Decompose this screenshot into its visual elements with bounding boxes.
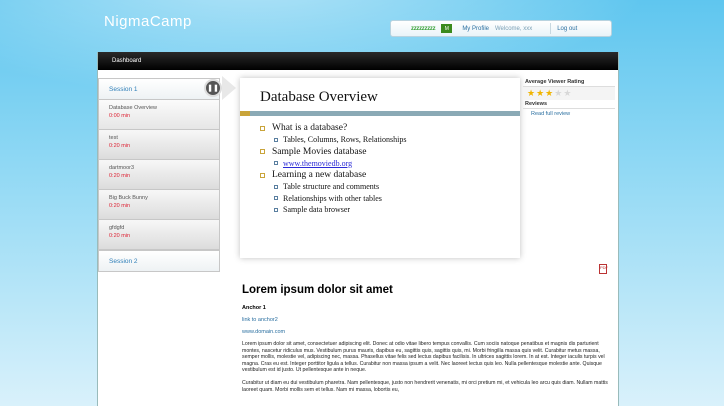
read-review-link[interactable]: Read full review bbox=[523, 109, 615, 117]
slide-viewer[interactable]: Database Overview What is a database? Tab… bbox=[240, 78, 520, 258]
session-2-header[interactable]: Session 2 bbox=[98, 250, 220, 272]
star-icon[interactable]: ★ bbox=[545, 89, 553, 98]
rating-heading: Average Viewer Rating bbox=[523, 78, 615, 87]
slide-bullet: Sample Movies database bbox=[260, 146, 406, 158]
paragraph-1: Lorem ipsum dolor sit amet, consectetuer… bbox=[242, 341, 605, 374]
reviews-heading: Reviews bbox=[523, 100, 615, 109]
lesson-name: test bbox=[109, 135, 118, 141]
lesson-duration: 0:20 min bbox=[109, 203, 131, 209]
slide-bullet: What is a database? bbox=[260, 122, 406, 134]
lesson-item[interactable]: dartmoor3 0:20 min bbox=[98, 160, 220, 190]
sessions-sidebar: Session 1 Database Overview 0:00 min test 0… bbox=[98, 78, 220, 272]
divider bbox=[550, 23, 552, 34]
anchor-label: Anchor 1 bbox=[242, 305, 266, 311]
slide-bullet-text[interactable]: www.themoviedb.org bbox=[283, 158, 352, 170]
slide-bullet: Tables, Columns, Rows, Relationships bbox=[260, 134, 406, 146]
bullet-square-icon bbox=[260, 172, 265, 178]
paragraph-2: Curabitur ut diam eu dui vestibulum phar… bbox=[242, 379, 608, 393]
slide-title: Database Overview bbox=[260, 89, 378, 105]
lesson-duration: 0:20 min bbox=[109, 233, 131, 239]
slide-bullet-text: Sample data browser bbox=[283, 205, 351, 214]
lesson-name: Big Buck Bunny bbox=[109, 195, 148, 201]
active-lesson-pointer bbox=[222, 76, 236, 100]
pause-icon[interactable]: ❚❚ bbox=[204, 79, 222, 97]
slide-bullet-text: Table structure and comments bbox=[283, 182, 380, 191]
lesson-name: dartmoor3 bbox=[109, 165, 135, 171]
lesson-item[interactable]: gfdgfd 0:20 min bbox=[98, 220, 220, 250]
slide-bullet-text: Relationships with other tables bbox=[283, 193, 382, 203]
star-rating[interactable]: ★ ★ ★ ★ ★ bbox=[523, 87, 615, 100]
slide-title-rule bbox=[240, 111, 520, 116]
lesson-item[interactable]: Big Buck Bunny 0:20 min bbox=[98, 190, 220, 220]
slide-bullet: Learning a new database bbox=[260, 169, 406, 181]
bullet-square-icon bbox=[274, 137, 278, 142]
bullet-square-icon bbox=[274, 207, 278, 212]
slide-bullet: Relationships with other tables bbox=[260, 193, 406, 205]
lesson-duration: 0:20 min bbox=[109, 173, 131, 179]
slide-bullet: Table structure and comments bbox=[260, 181, 406, 193]
pdf-icon[interactable]: PDF bbox=[599, 264, 608, 274]
star-icon[interactable]: ★ bbox=[536, 89, 544, 98]
lesson-name: Database Overview bbox=[109, 105, 157, 111]
lesson-duration: 0:20 min bbox=[109, 143, 131, 149]
lesson-item[interactable]: Database Overview 0:00 min bbox=[98, 100, 220, 130]
bullet-square-icon bbox=[260, 125, 265, 131]
bullet-square-icon bbox=[274, 196, 278, 201]
my-profile-link[interactable]: My Profile bbox=[462, 26, 489, 32]
user-bar: zzzzzzzzz M My Profile Welcome, xxx Log … bbox=[390, 20, 612, 37]
session-1-header[interactable]: Session 1 bbox=[98, 78, 220, 100]
brand-logo[interactable]: NigmaCamp bbox=[104, 13, 192, 30]
right-column: Average Viewer Rating ★ ★ ★ ★ ★ Reviews Read… bbox=[523, 78, 615, 117]
bullet-square-icon bbox=[260, 149, 265, 154]
domain-link[interactable]: www.domain.com bbox=[242, 329, 614, 335]
main-frame: Dashboard Session 1 Database Overview 0:0… bbox=[97, 52, 619, 406]
flag-icon: M bbox=[441, 24, 453, 33]
lesson-item[interactable]: test 0:20 min bbox=[98, 130, 220, 160]
slide-bullet[interactable]: www.themoviedb.org bbox=[260, 158, 406, 170]
slide-bullet-text: Tables, Columns, Rows, Relationships bbox=[283, 135, 407, 144]
lesson-content: Lorem ipsum dolor sit amet Anchor 1 link… bbox=[242, 284, 614, 393]
bullet-square-icon bbox=[274, 161, 278, 166]
slide-bullet-text: What is a database? bbox=[272, 123, 348, 133]
bullet-square-icon bbox=[274, 184, 278, 189]
lesson-name: gfdgfd bbox=[109, 225, 125, 231]
lesson-list: Database Overview 0:00 min test 0:20 min dar… bbox=[98, 100, 220, 250]
star-icon[interactable]: ★ bbox=[554, 89, 562, 98]
star-icon[interactable]: ★ bbox=[527, 89, 535, 98]
anchor2-link[interactable]: link to anchor2 bbox=[242, 317, 614, 323]
logout-link[interactable]: Log out bbox=[557, 26, 577, 32]
nav-bar: Dashboard bbox=[98, 52, 618, 70]
user-handle: zzzzzzzzz bbox=[411, 25, 436, 32]
dashboard-link[interactable]: Dashboard bbox=[112, 58, 141, 64]
slide-bullet-text: Sample Movies database bbox=[272, 146, 367, 157]
slide-title-accent bbox=[240, 111, 250, 116]
welcome-text: Welcome, xxx bbox=[494, 25, 533, 32]
slide-bullets: What is a database? Tables, Columns, Rows… bbox=[260, 122, 406, 216]
star-icon[interactable]: ★ bbox=[563, 89, 571, 98]
slide-bullet-text: Learning a new database bbox=[272, 170, 367, 180]
slide-bullet: Sample data browser bbox=[260, 204, 406, 216]
content-heading: Lorem ipsum dolor sit amet bbox=[242, 284, 393, 296]
lesson-duration: 0:00 min bbox=[109, 113, 131, 119]
